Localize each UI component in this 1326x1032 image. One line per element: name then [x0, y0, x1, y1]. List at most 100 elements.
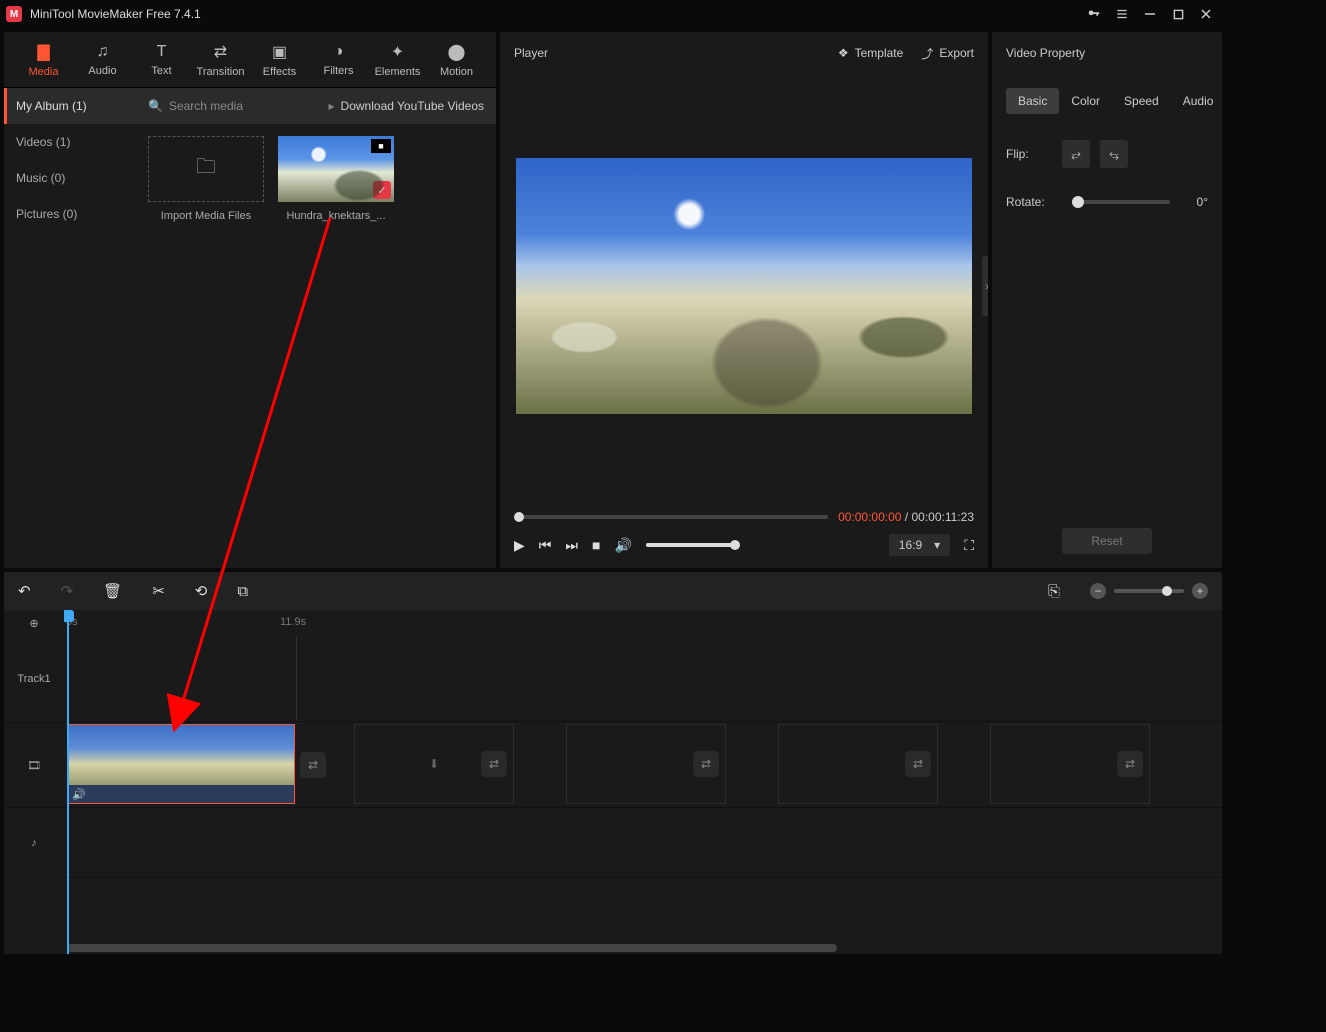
- template-label: Template: [855, 46, 904, 60]
- empty-clip-slot[interactable]: ⇄: [990, 724, 1150, 804]
- sidebar-item-pictures[interactable]: Pictures (0): [4, 196, 136, 232]
- sidebar-item-videos[interactable]: Videos (1): [4, 124, 136, 160]
- prop-tab-basic[interactable]: Basic: [1006, 88, 1059, 114]
- add-track-button[interactable]: ⊕: [4, 610, 64, 636]
- zoom-in-button[interactable]: +: [1192, 583, 1208, 599]
- prop-tab-audio[interactable]: Audio: [1171, 88, 1222, 114]
- prop-tab-color[interactable]: Color: [1059, 88, 1112, 114]
- filters-icon: ◑: [334, 43, 344, 61]
- export-button[interactable]: ⤴ Export: [921, 45, 974, 62]
- import-label: Import Media Files: [148, 210, 264, 222]
- tab-label: Elements: [375, 66, 421, 78]
- fullscreen-button[interactable]: ⛶: [964, 537, 974, 554]
- stop-button[interactable]: ■: [592, 537, 600, 553]
- media-panel: ▇Media ♫Audio TText ⇄Transition ▣Effects…: [4, 32, 496, 568]
- reset-button[interactable]: Reset: [1062, 528, 1152, 554]
- transition-slot-button[interactable]: ⇄: [481, 751, 507, 777]
- rotate-label: Rotate:: [1006, 195, 1062, 209]
- split-button[interactable]: ✂: [152, 582, 165, 600]
- crop-button[interactable]: ⧉: [237, 583, 248, 600]
- time-total: 00:00:11:23: [911, 510, 974, 524]
- search-input[interactable]: 🔍 Search media: [148, 99, 321, 113]
- horizontal-scrollbar[interactable]: [67, 944, 837, 952]
- next-frame-button[interactable]: ⏭: [565, 537, 578, 554]
- search-placeholder: Search media: [169, 99, 243, 113]
- video-badge-icon: ■: [371, 139, 391, 153]
- tab-label: Media: [29, 66, 59, 78]
- key-icon[interactable]: [1080, 0, 1108, 28]
- transition-slot-button[interactable]: ⇄: [905, 751, 931, 777]
- tab-motion[interactable]: ⬤Motion: [427, 32, 486, 87]
- volume-slider[interactable]: [646, 543, 736, 547]
- flip-horizontal-button[interactable]: ⥂: [1062, 140, 1090, 168]
- close-button[interactable]: [1192, 0, 1220, 28]
- ruler[interactable]: 0s 11.9s: [64, 610, 1222, 636]
- empty-clip-slot[interactable]: ⬇⇄: [354, 724, 514, 804]
- tab-audio[interactable]: ♫Audio: [73, 32, 132, 87]
- timeline-clip[interactable]: 🔊: [67, 724, 295, 804]
- download-icon: ⬇: [421, 751, 447, 777]
- transition-slot-button[interactable]: ⇄: [1117, 751, 1143, 777]
- maximize-button[interactable]: [1164, 0, 1192, 28]
- media-toolbar: 🔍 Search media ▸ Download YouTube Videos: [136, 88, 496, 124]
- playhead[interactable]: [67, 610, 69, 954]
- sidebar-item-music[interactable]: Music (0): [4, 160, 136, 196]
- speed-button[interactable]: ⟲: [195, 582, 208, 600]
- time-sep: /: [901, 510, 911, 524]
- fit-to-screen-button[interactable]: ⎘: [1048, 583, 1060, 600]
- time-current: 00:00:00:00: [838, 510, 901, 524]
- prop-tab-speed[interactable]: Speed: [1112, 88, 1171, 114]
- tab-effects[interactable]: ▣Effects: [250, 32, 309, 87]
- titlebar: M MiniTool MovieMaker Free 7.4.1: [0, 0, 1226, 28]
- sidebar-item-myalbum[interactable]: My Album (1): [4, 88, 136, 124]
- rotate-slider[interactable]: [1072, 200, 1170, 204]
- download-label: Download YouTube Videos: [341, 99, 484, 113]
- flip-vertical-button[interactable]: ⥃: [1100, 140, 1128, 168]
- aspect-ratio-select[interactable]: 16:9 ▾: [889, 534, 950, 556]
- property-panel: Video Property Basic Color Speed Audio F…: [992, 32, 1222, 568]
- tab-elements[interactable]: ✦ Elements: [368, 32, 427, 87]
- search-icon: 🔍: [148, 99, 163, 113]
- video-icon: ▸: [329, 99, 335, 113]
- tab-media[interactable]: ▇Media: [14, 32, 73, 87]
- prev-frame-button[interactable]: ⏮: [539, 537, 552, 554]
- elements-icon: ✦: [391, 42, 404, 62]
- delete-button[interactable]: 🗑: [103, 582, 122, 600]
- download-youtube-button[interactable]: ▸ Download YouTube Videos: [329, 99, 484, 113]
- empty-slots: ⬇⇄ ⇄ ⇄ ⇄: [304, 724, 1222, 804]
- property-title: Video Property: [1006, 46, 1085, 60]
- play-button[interactable]: ▶: [514, 537, 525, 554]
- expand-handle[interactable]: ›: [982, 256, 988, 316]
- zoom-slider[interactable]: [1114, 589, 1184, 593]
- flip-h-icon: ⥂: [1071, 147, 1081, 162]
- media-clip-tile[interactable]: ■ ✓ Hundra_knektars_...: [278, 136, 394, 222]
- tab-filters[interactable]: ◑ Filters: [309, 32, 368, 87]
- transition-slot-button[interactable]: ⇄: [693, 751, 719, 777]
- empty-clip-slot[interactable]: ⇄: [778, 724, 938, 804]
- tab-label: Transition: [197, 66, 245, 78]
- import-media-tile[interactable]: 🗀 Import Media Files: [148, 136, 264, 222]
- tab-text[interactable]: TText: [132, 32, 191, 87]
- track-row-overlay[interactable]: [64, 636, 1222, 722]
- folder-icon: 🗀: [196, 152, 216, 186]
- undo-button[interactable]: ↶: [18, 582, 31, 600]
- zoom-out-button[interactable]: −: [1090, 583, 1106, 599]
- hamburger-icon[interactable]: [1108, 0, 1136, 28]
- timeline-tracks[interactable]: 0s 11.9s 🔊 ⇄ ⬇⇄ ⇄: [64, 610, 1222, 954]
- template-button[interactable]: ❖ Template: [838, 46, 903, 60]
- track1-label: Track1: [4, 636, 64, 722]
- tab-label: Motion: [440, 66, 473, 78]
- redo-button[interactable]: ↷: [61, 582, 74, 600]
- preview-area: ›: [500, 74, 988, 498]
- minimize-button[interactable]: [1136, 0, 1164, 28]
- track-row-video[interactable]: 🔊 ⇄ ⬇⇄ ⇄ ⇄ ⇄: [64, 722, 1222, 808]
- volume-icon[interactable]: 🔊: [614, 537, 631, 554]
- seek-slider[interactable]: [514, 515, 828, 519]
- tab-label: Text: [151, 65, 171, 77]
- aspect-value: 16:9: [899, 538, 922, 552]
- empty-clip-slot[interactable]: ⇄: [566, 724, 726, 804]
- track-row-audio[interactable]: [64, 808, 1222, 878]
- preview-canvas[interactable]: [516, 158, 972, 414]
- tab-transition[interactable]: ⇄Transition: [191, 32, 250, 87]
- tab-label: Filters: [324, 65, 354, 77]
